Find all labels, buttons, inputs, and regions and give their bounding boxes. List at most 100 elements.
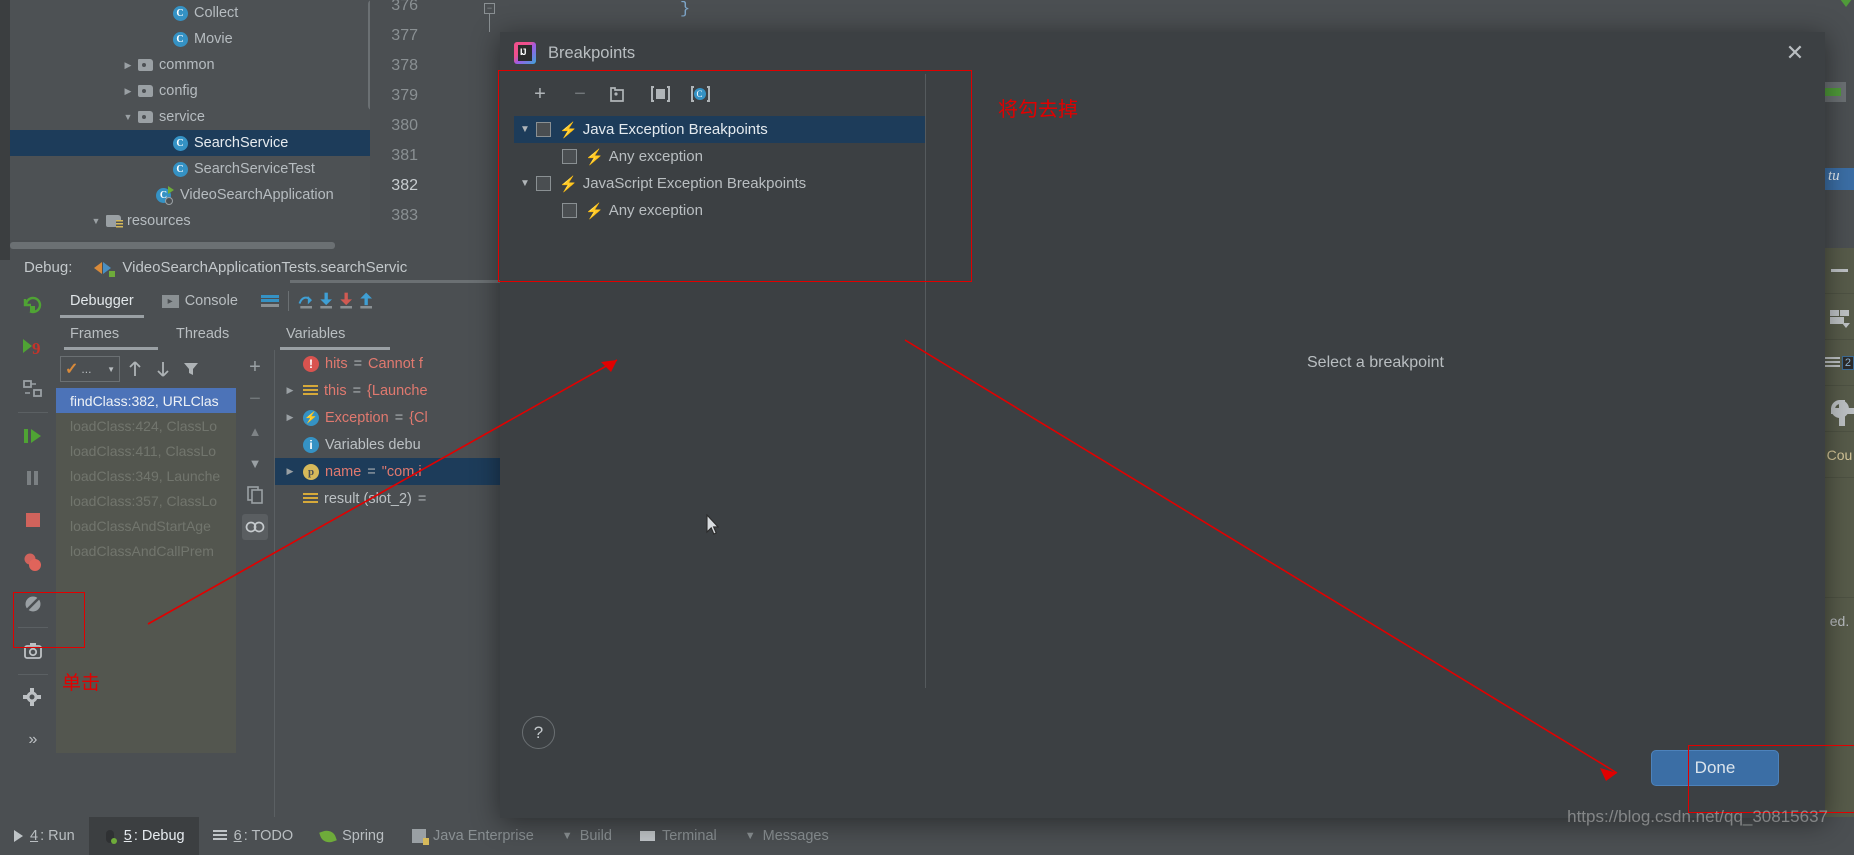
variables-toolbar[interactable]: + − ▲ ▼ — [236, 350, 274, 817]
view-breakpoints-button[interactable] — [10, 541, 56, 583]
close-icon[interactable]: ✕ — [1783, 42, 1807, 66]
project-tree-item-searchservicetest[interactable]: ▶ C SearchServiceTest — [10, 156, 370, 182]
thread-filter-combo[interactable]: ✓ ... ▼ — [60, 356, 120, 382]
frames-up-button[interactable] — [122, 356, 148, 382]
list-lines-icon[interactable] — [1825, 357, 1840, 368]
stop-button[interactable] — [10, 499, 56, 541]
fold-collapse-icon[interactable]: − — [484, 3, 495, 14]
frames-pane[interactable]: ✓ ... ▼ findClass:382, URLClas loadClass… — [56, 350, 236, 817]
chevron-double-right-icon[interactable]: » — [29, 731, 38, 749]
breakpoint-group-javascript-exception[interactable]: ▼ ⚡ JavaScript Exception Breakpoints — [514, 170, 925, 197]
done-button[interactable]: Done — [1651, 750, 1779, 786]
project-tree-horizontal-scrollbar[interactable] — [10, 240, 370, 250]
pause-program-button[interactable] — [10, 457, 56, 499]
layout-windows-icon[interactable] — [1830, 309, 1850, 328]
view-breakpoint-class-icon[interactable]: C — [688, 82, 712, 106]
project-tree-item-searchservice[interactable]: ▶ C SearchService — [10, 130, 370, 156]
screenshot-button[interactable] — [10, 630, 56, 672]
project-tree-item-movie[interactable]: ▶ C Movie — [10, 26, 370, 52]
watches-toggle-button[interactable] — [242, 514, 268, 540]
help-button[interactable]: ? — [522, 716, 555, 749]
chevron-down-icon[interactable]: ▼ — [88, 216, 104, 226]
checkbox[interactable] — [536, 122, 551, 137]
breakpoint-java-any-exception[interactable]: ⚡ Any exception — [514, 143, 925, 170]
breakpoint-group-java-exception[interactable]: ▼ ⚡ Java Exception Breakpoints — [514, 116, 925, 143]
status-item-run[interactable]: 4 : Run — [0, 817, 89, 855]
breakpoints-tree[interactable]: ▼ ⚡ Java Exception Breakpoints ⚡ Any exc… — [514, 114, 925, 224]
rerun-button[interactable] — [10, 284, 56, 326]
chevron-right-icon[interactable]: ▶ — [283, 466, 297, 477]
resume-program-button[interactable] — [10, 415, 56, 457]
breakpoints-dialog[interactable]: IJ Breakpoints ✕ + − C ▼ ⚡ Java Exceptio… — [500, 32, 1825, 818]
chevron-down-icon[interactable]: ▼ — [107, 365, 115, 374]
copy-value-button[interactable] — [242, 482, 268, 508]
chevron-right-icon[interactable]: ▶ — [120, 60, 136, 71]
status-item-java-enterprise[interactable]: Java Enterprise — [398, 817, 548, 855]
project-tree-panel[interactable]: ▶ C Collect ▶ C Movie ▶ common ▶ config … — [10, 0, 370, 248]
scrollbar-thumb[interactable] — [10, 242, 335, 249]
chevron-down-icon[interactable]: ▼ — [514, 178, 536, 189]
frames-filter-button[interactable] — [178, 356, 204, 382]
tab-debugger[interactable]: Debugger — [56, 284, 148, 318]
project-tree-item-collect[interactable]: ▶ C Collect — [10, 0, 370, 26]
debug-actions-toolbar[interactable]: 9 » — [10, 284, 56, 817]
add-breakpoint-icon[interactable]: + — [528, 82, 552, 106]
remove-breakpoint-icon[interactable]: − — [568, 82, 592, 106]
restore-layout-button[interactable] — [10, 368, 56, 410]
project-tree-item-videosearchapplication[interactable]: ▶ C VideoSearchApplication — [10, 182, 370, 208]
step-into-button[interactable] — [317, 284, 337, 318]
checkbox[interactable] — [562, 149, 577, 164]
settings-button[interactable] — [10, 677, 56, 719]
frame-row[interactable]: loadClassAndCallPrem — [56, 538, 236, 563]
frame-row[interactable]: loadClass:349, Launche — [56, 463, 236, 488]
step-out-button[interactable] — [357, 284, 377, 318]
status-item-todo[interactable]: 6 : TODO — [199, 817, 308, 855]
frame-row[interactable]: loadClassAndStartAge — [56, 513, 236, 538]
expand-toolbar-button[interactable]: » — [10, 719, 56, 761]
breakpoints-toolbar[interactable]: + − C — [514, 74, 925, 114]
move-to-group-icon[interactable] — [648, 82, 672, 106]
rerun-failed-tests-button[interactable]: 9 — [10, 326, 56, 368]
step-over-button[interactable] — [297, 284, 317, 318]
frame-row[interactable]: loadClass:424, ClassLo — [56, 413, 236, 438]
status-item-debug[interactable]: 5 : Debug — [88, 817, 199, 855]
frames-toolbar[interactable]: ✓ ... ▼ — [56, 350, 236, 388]
gear-icon[interactable] — [1830, 399, 1854, 426]
breakpoints-list-panel[interactable]: + − C ▼ ⚡ Java Exception Breakpoints ⚡ A… — [514, 74, 926, 688]
checkbox[interactable] — [562, 203, 577, 218]
checkbox[interactable] — [536, 176, 551, 191]
move-watch-down-button[interactable]: ▼ — [242, 450, 268, 476]
chevron-right-icon[interactable]: ▶ — [283, 385, 297, 396]
chevron-right-icon[interactable]: ▶ — [283, 412, 297, 423]
project-tree-item-config[interactable]: ▶ config — [10, 78, 370, 104]
sub-tab-threads[interactable]: Threads — [176, 318, 229, 350]
project-tree-item-service[interactable]: ▼ service — [10, 104, 370, 130]
tab-console[interactable]: ▸ Console — [148, 284, 252, 318]
group-by-file-icon[interactable] — [608, 82, 632, 106]
editor-fold-strip[interactable]: − — [426, 0, 495, 248]
minimize-icon[interactable] — [1831, 269, 1848, 272]
status-item-messages[interactable]: ▼ Messages — [731, 817, 843, 855]
sub-tab-variables[interactable]: Variables — [286, 318, 345, 350]
frame-row[interactable]: findClass:382, URLClas — [56, 388, 236, 413]
right-strip-settings[interactable] — [1825, 386, 1854, 432]
move-watch-up-button[interactable]: ▲ — [242, 418, 268, 444]
frame-row[interactable]: loadClass:357, ClassLo — [56, 488, 236, 513]
breakpoint-js-any-exception[interactable]: ⚡ Any exception — [514, 197, 925, 224]
dialog-body[interactable]: + − C ▼ ⚡ Java Exception Breakpoints ⚡ A… — [500, 74, 1825, 818]
frames-list[interactable]: findClass:382, URLClas loadClass:424, Cl… — [56, 388, 236, 817]
status-item-spring[interactable]: Spring — [307, 817, 398, 855]
frame-row[interactable]: loadClass:411, ClassLo — [56, 438, 236, 463]
chevron-right-icon[interactable]: ▶ — [120, 86, 136, 97]
project-tree-item-resources[interactable]: ▼ resources — [10, 208, 370, 234]
status-item-build[interactable]: ▼ Build — [548, 817, 626, 855]
mute-breakpoints-button[interactable] — [10, 583, 56, 625]
force-step-into-button[interactable] — [337, 284, 357, 318]
layout-settings-button[interactable] — [260, 284, 280, 318]
frames-down-button[interactable] — [150, 356, 176, 382]
project-tree-item-common[interactable]: ▶ common — [10, 52, 370, 78]
right-strip-list[interactable]: 2 — [1825, 340, 1854, 386]
remove-watch-button[interactable]: − — [242, 386, 268, 412]
right-strip-minimize[interactable] — [1825, 248, 1854, 294]
add-watch-button[interactable]: + — [242, 354, 268, 380]
